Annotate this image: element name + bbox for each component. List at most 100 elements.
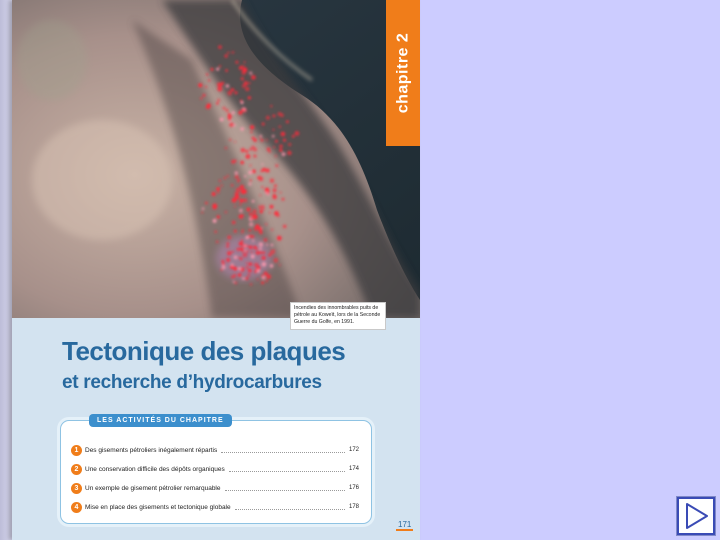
fire-glow bbox=[245, 154, 251, 159]
fire-glow bbox=[240, 127, 245, 131]
fire-glow bbox=[231, 220, 236, 225]
fire-glow bbox=[257, 226, 263, 232]
fire-glow bbox=[218, 45, 222, 49]
fire-glow bbox=[242, 277, 245, 280]
fire-glow bbox=[216, 187, 221, 191]
fire-glow bbox=[225, 84, 230, 88]
activities-header: LES ACTIVITÉS DU CHAPITRE bbox=[89, 414, 232, 427]
fire-glow bbox=[245, 244, 249, 248]
fire-glow bbox=[221, 261, 225, 266]
fire-glow bbox=[233, 273, 237, 277]
activity-item: 1 Des gisements pétroliers inégalement r… bbox=[71, 443, 359, 457]
activity-number: 1 bbox=[71, 444, 82, 456]
fire-glow bbox=[294, 131, 300, 136]
fire-glow bbox=[271, 134, 275, 138]
fire-glow bbox=[227, 114, 233, 119]
fire-glow bbox=[261, 261, 267, 267]
fire-glow bbox=[229, 122, 234, 128]
fire-glow bbox=[231, 51, 235, 54]
fire-glow bbox=[216, 101, 219, 105]
fire-glow bbox=[276, 235, 282, 241]
next-slide-button[interactable] bbox=[676, 496, 716, 536]
fire-glow bbox=[243, 81, 249, 86]
fire-glow bbox=[245, 250, 249, 253]
fire-glow bbox=[249, 147, 253, 151]
fire-glow bbox=[252, 214, 258, 220]
activity-number: 3 bbox=[71, 482, 82, 494]
activity-page: 172 bbox=[348, 447, 359, 453]
fire-glow bbox=[251, 239, 255, 243]
fire-glow bbox=[244, 175, 247, 178]
fire-glow bbox=[236, 247, 240, 252]
fire-glow bbox=[210, 67, 214, 71]
page-number: 171 bbox=[396, 520, 414, 531]
fire-glow bbox=[202, 93, 206, 97]
fire-glow bbox=[211, 192, 216, 196]
fire-glow bbox=[265, 223, 268, 226]
fire-glow bbox=[243, 198, 248, 203]
fire-glow bbox=[273, 184, 277, 188]
fire-glow bbox=[279, 148, 283, 152]
fire-glow bbox=[259, 194, 262, 197]
fire-glow bbox=[272, 194, 277, 200]
fire-glow bbox=[262, 167, 266, 172]
fire-glow bbox=[241, 229, 244, 232]
fire-glow bbox=[278, 125, 282, 128]
fire-glow bbox=[283, 224, 287, 229]
fire-glow bbox=[256, 265, 261, 270]
fire-glow bbox=[251, 235, 255, 239]
fire-glow bbox=[259, 209, 263, 214]
fire-glow bbox=[270, 243, 274, 247]
fire-glow bbox=[217, 86, 223, 92]
fire-glow bbox=[249, 283, 253, 286]
fire-glow bbox=[201, 211, 204, 214]
fire-glow bbox=[235, 187, 241, 193]
fire-glow bbox=[278, 264, 281, 266]
fire-glow bbox=[281, 152, 286, 157]
fire-glow bbox=[241, 249, 245, 253]
fire-glow bbox=[238, 241, 243, 246]
fire-glow bbox=[253, 226, 258, 232]
fire-glow bbox=[220, 184, 223, 187]
fire-glow bbox=[234, 205, 237, 208]
fire-glow bbox=[275, 139, 278, 143]
fire-glow bbox=[233, 255, 238, 260]
fire-glow bbox=[226, 257, 231, 263]
fire-glow bbox=[242, 65, 245, 68]
activity-label: Des gisements pétroliers inégalement rép… bbox=[85, 446, 218, 454]
activity-page: 174 bbox=[348, 466, 359, 472]
dotted-leader bbox=[221, 451, 345, 453]
fire-glow bbox=[263, 238, 268, 242]
fire-glow bbox=[240, 160, 244, 165]
textbook-page: chapitre 2 Incendies des innombrables pu… bbox=[12, 0, 420, 540]
fire-glow bbox=[206, 73, 209, 76]
fire-glow bbox=[250, 254, 255, 259]
fire-glow bbox=[241, 70, 246, 76]
fire-glow bbox=[224, 146, 227, 150]
fire-glow bbox=[262, 205, 265, 208]
fire-glow bbox=[247, 268, 252, 273]
activity-label: Une conservation difficile des dépôts or… bbox=[85, 465, 225, 473]
fire-glow bbox=[227, 90, 233, 96]
fire-glow bbox=[288, 142, 292, 147]
fire-glow bbox=[250, 217, 253, 220]
fire-glow bbox=[205, 106, 208, 109]
fire-glow bbox=[205, 201, 208, 205]
fire-glow bbox=[240, 77, 244, 81]
fire-glow bbox=[261, 255, 266, 261]
activity-number: 2 bbox=[71, 463, 82, 475]
fire-glow bbox=[273, 146, 276, 149]
fire-glow bbox=[265, 191, 269, 195]
fire-glow bbox=[248, 170, 253, 175]
fire-glow bbox=[251, 75, 256, 80]
fire-glow bbox=[277, 112, 282, 116]
fire-glow bbox=[260, 138, 264, 142]
fire-glow bbox=[248, 222, 254, 227]
fire-glow bbox=[241, 214, 244, 217]
fire-glow bbox=[239, 198, 244, 203]
fire-glow bbox=[232, 89, 235, 92]
fire-glow bbox=[237, 180, 239, 183]
fire-glow bbox=[266, 274, 271, 280]
fire-glow bbox=[253, 245, 257, 250]
fire-glow bbox=[224, 211, 227, 214]
